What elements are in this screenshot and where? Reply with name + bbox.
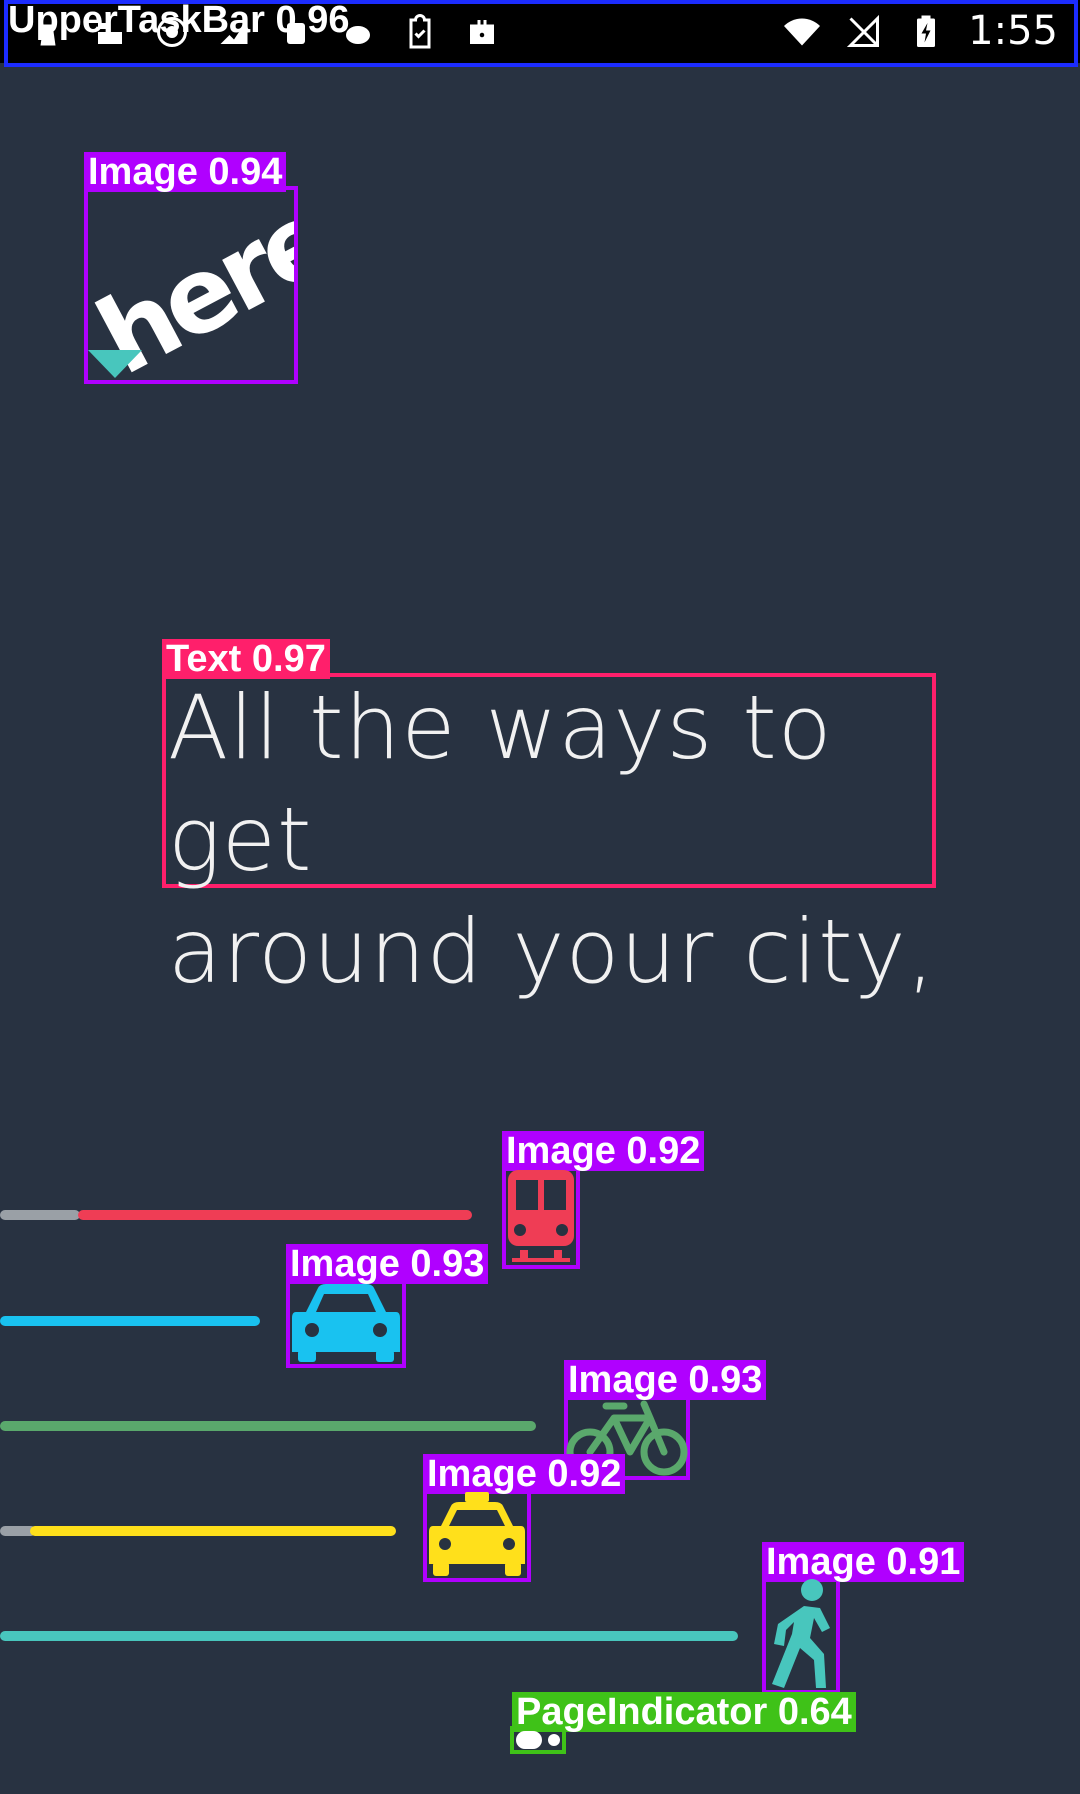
- car-track: [0, 1316, 260, 1326]
- taxi-image-label: Image 0.92: [423, 1454, 626, 1494]
- bus-image-label: Image 0.92: [502, 1131, 705, 1171]
- page-indicator[interactable]: [512, 1728, 568, 1752]
- bus-icon: [506, 1168, 576, 1264]
- headline-line-2: around your city,: [168, 900, 936, 1003]
- car-image-label: Image 0.93: [286, 1244, 489, 1284]
- bike-image-label: Image 0.93: [564, 1360, 767, 1400]
- walk-track: [0, 1631, 738, 1641]
- bus-track: [78, 1210, 472, 1220]
- walk-image-label: Image 0.91: [762, 1542, 965, 1582]
- car-icon: [290, 1282, 402, 1364]
- page-dot[interactable]: [548, 1734, 560, 1746]
- headline: All the ways to get around your city,: [168, 672, 938, 1008]
- upper-task-bar-label: UpperTaskBar 0.96: [8, 0, 350, 41]
- taxi-track: [30, 1526, 396, 1536]
- page-indicator-label: PageIndicator 0.64: [512, 1692, 856, 1732]
- walk-icon: [764, 1578, 838, 1692]
- bus-track-gray: [0, 1210, 80, 1220]
- headline-line-1: All the ways to get: [168, 676, 833, 891]
- here-logo-icon: here: [78, 176, 351, 398]
- page-dot-active[interactable]: [516, 1731, 542, 1749]
- taxi-icon: [427, 1492, 527, 1578]
- bike-track: [0, 1421, 536, 1431]
